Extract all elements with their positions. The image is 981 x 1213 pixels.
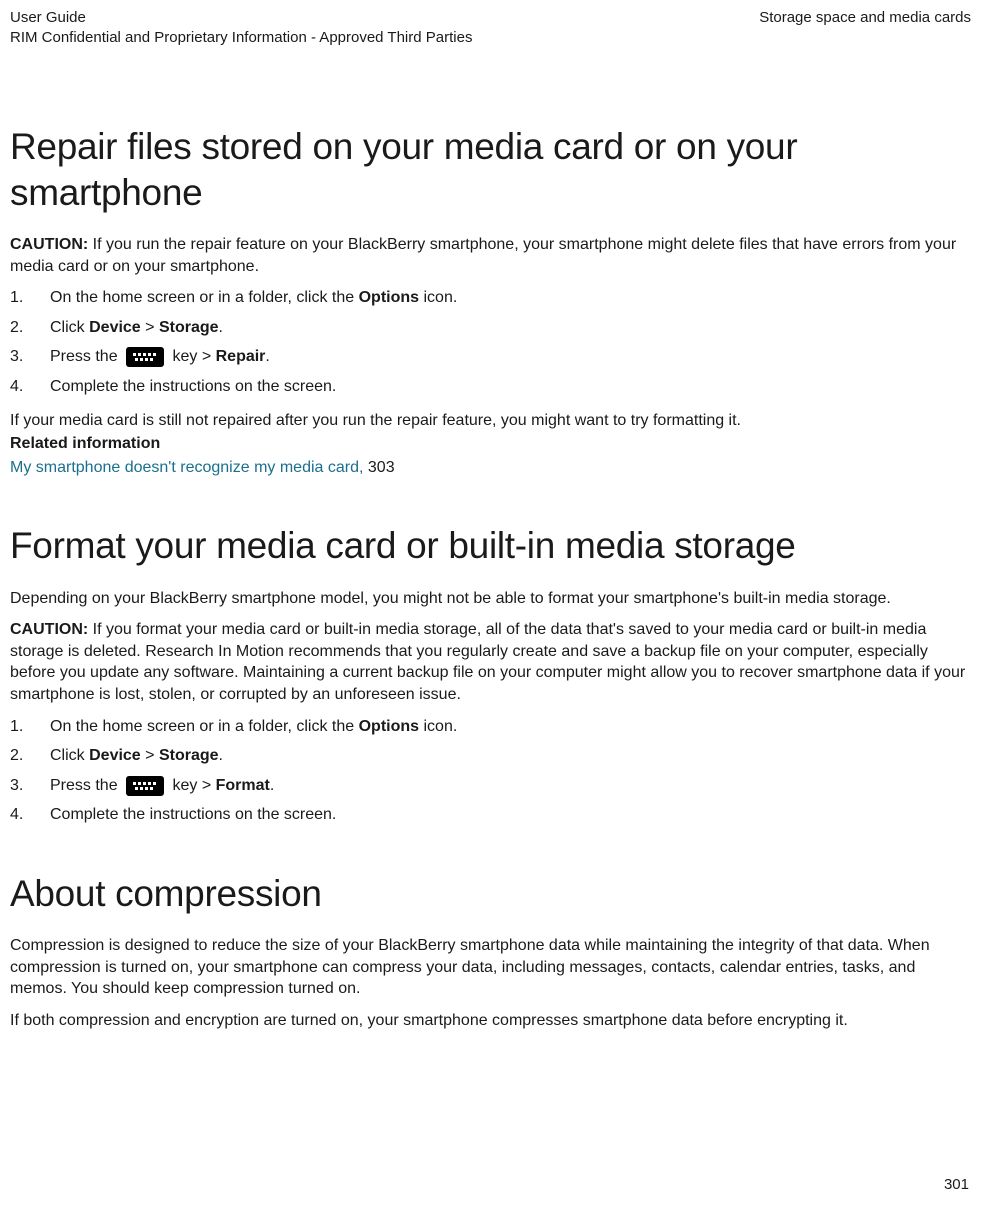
text-bold: Device bbox=[89, 319, 141, 336]
related-info-label: Related information bbox=[10, 433, 971, 455]
text: . bbox=[219, 747, 223, 764]
text: . bbox=[219, 319, 223, 336]
step-3: Press the key > Format. bbox=[10, 775, 971, 797]
text: Click bbox=[50, 319, 89, 336]
text: . bbox=[270, 777, 274, 794]
text: key > bbox=[168, 348, 216, 365]
text: icon. bbox=[419, 289, 457, 306]
compression-p1: Compression is designed to reduce the si… bbox=[10, 935, 971, 1000]
blackberry-key-icon bbox=[126, 347, 164, 367]
text: On the home screen or in a folder, click… bbox=[50, 718, 359, 735]
steps-format: On the home screen or in a folder, click… bbox=[10, 716, 971, 826]
text-bold: Storage bbox=[159, 319, 219, 336]
text: key > bbox=[168, 777, 216, 794]
text: Click bbox=[50, 747, 89, 764]
step-4: Complete the instructions on the screen. bbox=[10, 376, 971, 398]
text-bold: Repair bbox=[216, 348, 266, 365]
caution-format: CAUTION: If you format your media card o… bbox=[10, 619, 971, 705]
step-2: Click Device > Storage. bbox=[10, 745, 971, 767]
text-bold: Format bbox=[216, 777, 270, 794]
text-bold: Device bbox=[89, 747, 141, 764]
compression-p2: If both compression and encryption are t… bbox=[10, 1010, 971, 1032]
format-intro: Depending on your BlackBerry smartphone … bbox=[10, 588, 971, 610]
link-media-card[interactable]: My smartphone doesn't recognize my media… bbox=[10, 459, 368, 476]
steps-repair: On the home screen or in a folder, click… bbox=[10, 287, 971, 397]
step-1: On the home screen or in a folder, click… bbox=[10, 287, 971, 309]
text-bold: Options bbox=[359, 718, 419, 735]
text: Press the bbox=[50, 348, 122, 365]
caution-label: CAUTION: bbox=[10, 236, 93, 253]
text: . bbox=[265, 348, 269, 365]
blackberry-key-icon bbox=[126, 776, 164, 796]
link-page-ref: 303 bbox=[368, 459, 395, 476]
step-4: Complete the instructions on the screen. bbox=[10, 804, 971, 826]
heading-format-media: Format your media card or built-in media… bbox=[10, 523, 971, 569]
text-bold: Storage bbox=[159, 747, 219, 764]
after-repair-note: If your media card is still not repaired… bbox=[10, 410, 971, 432]
caution-repair: CAUTION: If you run the repair feature o… bbox=[10, 234, 971, 277]
related-link-row: My smartphone doesn't recognize my media… bbox=[10, 457, 971, 479]
header-user-guide: User Guide bbox=[10, 8, 472, 28]
caution-label: CAUTION: bbox=[10, 621, 93, 638]
caution-text: If you format your media card or built-i… bbox=[10, 621, 965, 703]
header-confidential: RIM Confidential and Proprietary Informa… bbox=[10, 28, 472, 48]
heading-about-compression: About compression bbox=[10, 871, 971, 917]
text-bold: Options bbox=[359, 289, 419, 306]
heading-repair-files: Repair files stored on your media card o… bbox=[10, 124, 971, 217]
step-1: On the home screen or in a folder, click… bbox=[10, 716, 971, 738]
text: > bbox=[141, 319, 159, 336]
page-number: 301 bbox=[944, 1175, 969, 1195]
text: On the home screen or in a folder, click… bbox=[50, 289, 359, 306]
text: > bbox=[141, 747, 159, 764]
step-3: Press the key > Repair. bbox=[10, 346, 971, 368]
text: icon. bbox=[419, 718, 457, 735]
text: Press the bbox=[50, 777, 122, 794]
running-header: User Guide RIM Confidential and Propriet… bbox=[10, 8, 971, 49]
step-2: Click Device > Storage. bbox=[10, 317, 971, 339]
caution-text: If you run the repair feature on your Bl… bbox=[10, 236, 956, 275]
header-section: Storage space and media cards bbox=[759, 9, 971, 26]
